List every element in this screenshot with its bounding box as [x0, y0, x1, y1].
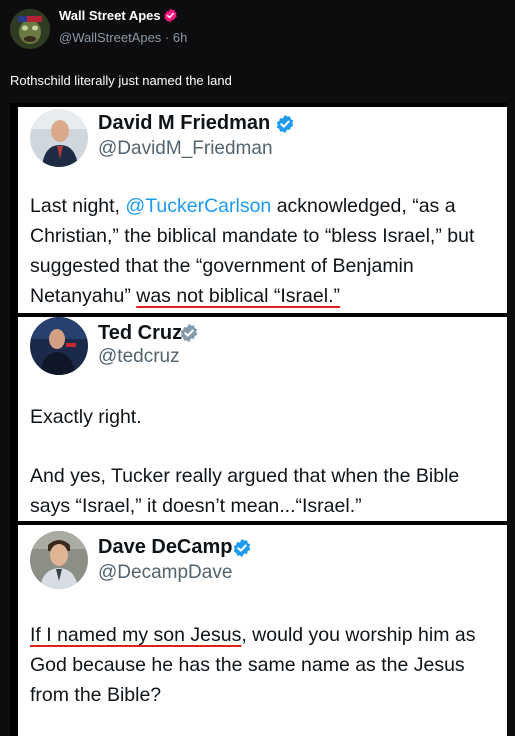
friedman-text-part1: Last night, — [30, 195, 126, 217]
tweet-card-decamp: Dave DeCamp @DecampDave If I named my so… — [18, 525, 507, 736]
post-header: Wall Street Apes @WallStreetApes · 6h — [0, 0, 515, 60]
separator: · — [161, 30, 173, 45]
post-time[interactable]: 6h — [173, 30, 187, 45]
verified-blue-badge-icon — [232, 538, 252, 558]
cruz-name[interactable]: Ted Cruz — [98, 322, 182, 345]
cruz-avatar — [30, 317, 88, 375]
author-avatar[interactable] — [10, 9, 50, 49]
post-text: Rothschild literally just named the land — [10, 73, 232, 88]
decamp-avatar — [30, 531, 88, 589]
author-name[interactable]: Wall Street Apes — [59, 8, 161, 23]
cruz-tweet-line1: Exactly right. — [30, 406, 142, 428]
friedman-tweet-text: Last night, @TuckerCarlson acknowledged,… — [30, 191, 499, 311]
verified-badge-icon — [163, 8, 178, 23]
author-handle-line: @WallStreetApes · 6h — [59, 30, 187, 45]
friedman-name[interactable]: David M Friedman — [98, 112, 270, 135]
friedman-underlined-text: was not biblical “Israel.” — [136, 285, 340, 307]
tweet-card-friedman: David M Friedman @DavidM_Friedman Last n… — [18, 107, 507, 313]
author-handle[interactable]: @WallStreetApes — [59, 30, 161, 45]
cruz-handle[interactable]: @tedcruz — [98, 346, 180, 368]
tucker-mention-link[interactable]: @TuckerCarlson — [125, 195, 271, 217]
friedman-avatar — [30, 109, 88, 167]
decamp-underlined-text: If I named my son Jesus — [30, 624, 242, 646]
decamp-name[interactable]: Dave DeCamp — [98, 536, 233, 559]
cruz-tweet-line2: And yes, Tucker really argued that when … — [30, 465, 460, 517]
tweet-card-cruz: Ted Cruz @tedcruz Exactly right. And yes… — [18, 317, 507, 521]
friedman-handle[interactable]: @DavidM_Friedman — [98, 138, 273, 160]
verified-gray-badge-icon — [179, 323, 199, 343]
decamp-tweet-text: If I named my son Jesus, would you worsh… — [30, 620, 499, 710]
verified-blue-badge-icon — [275, 114, 295, 134]
decamp-handle[interactable]: @DecampDave — [98, 562, 232, 584]
